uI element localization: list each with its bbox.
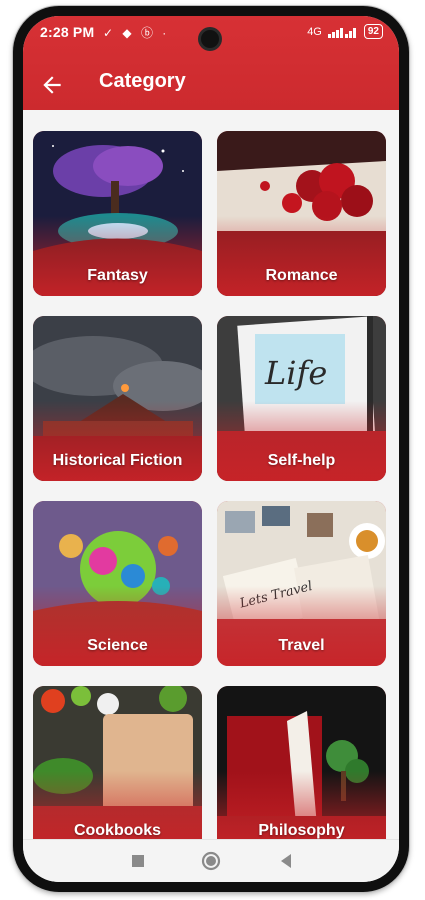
status-bar: 2:28 PM ✓ ◆ ⓑ · 4G 92 — [23, 16, 399, 48]
category-label: Self-help — [267, 452, 336, 469]
category-card-romance[interactable]: Romance — [217, 131, 386, 296]
triangle-back-icon[interactable] — [275, 850, 297, 872]
page-title: Category — [99, 70, 186, 92]
notification-icons: ✓ ◆ ⓑ · — [103, 26, 170, 40]
category-label: Philosophy — [258, 822, 345, 839]
category-label: Science — [87, 637, 148, 654]
battery-indicator: 92 — [363, 24, 383, 39]
category-label: Cookbooks — [73, 822, 162, 839]
signal-icon — [327, 27, 356, 38]
category-grid: Fantasy Romance Historical Fiction Life … — [23, 110, 399, 840]
category-card-philosophy[interactable]: Philosophy — [217, 686, 386, 840]
network-label: 4G — [307, 25, 322, 38]
square-icon[interactable] — [127, 850, 149, 872]
svg-text:Life: Life — [264, 354, 327, 392]
category-label: Romance — [265, 267, 338, 284]
category-card-travel[interactable]: Lets Travel Travel — [217, 501, 386, 666]
circle-icon[interactable] — [200, 850, 222, 872]
category-card-science[interactable]: Science — [33, 501, 202, 666]
category-label: Historical Fiction — [52, 452, 183, 469]
category-label: Travel — [278, 637, 325, 654]
front-camera — [201, 30, 219, 48]
status-time: 2:28 PM — [40, 24, 95, 40]
status-right: 4G 92 — [307, 24, 383, 39]
arrow-left-icon[interactable] — [39, 72, 65, 98]
category-label: Fantasy — [87, 267, 148, 284]
category-card-self-help[interactable]: Life Self-help — [217, 316, 386, 481]
system-nav-bar — [23, 839, 399, 882]
category-card-historical-fiction[interactable]: Historical Fiction — [33, 316, 202, 481]
category-card-fantasy[interactable]: Fantasy — [33, 131, 202, 296]
app-bar: 2:28 PM ✓ ◆ ⓑ · 4G 92 Category — [23, 16, 399, 110]
phone-frame: 2:28 PM ✓ ◆ ⓑ · 4G 92 Category Fantasy R… — [13, 6, 409, 892]
category-card-cookbooks[interactable]: Cookbooks — [33, 686, 202, 840]
app-screen: 2:28 PM ✓ ◆ ⓑ · 4G 92 Category Fantasy R… — [23, 16, 399, 882]
